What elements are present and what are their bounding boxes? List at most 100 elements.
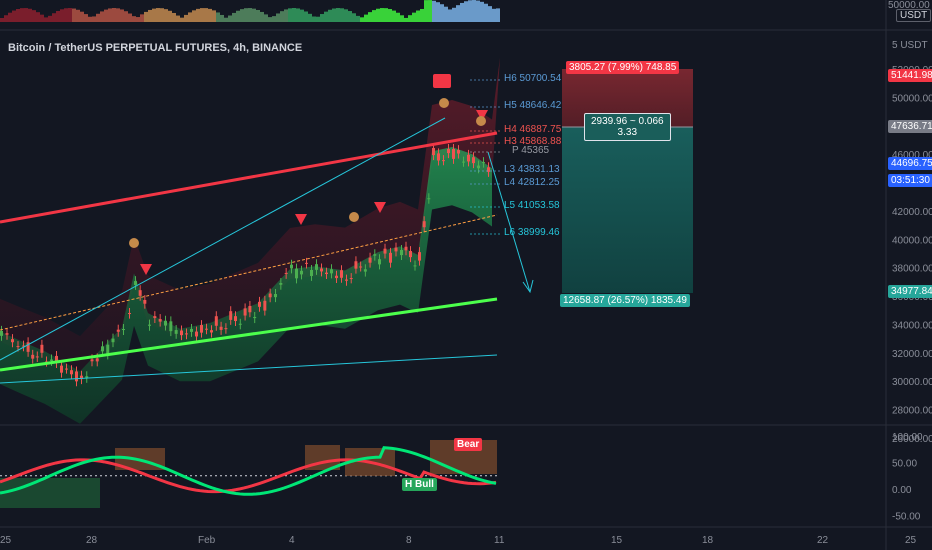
volume-bar (412, 12, 416, 22)
volume-bar (456, 5, 460, 22)
candle-body (340, 270, 343, 278)
volume-bar (440, 4, 444, 23)
candle-body (345, 279, 348, 281)
candle-body (335, 275, 338, 279)
candle-body (472, 157, 475, 164)
candle-body (373, 254, 377, 256)
volume-bar (232, 12, 236, 22)
pivot-label: P 45365 (512, 145, 550, 156)
volume-bar (36, 12, 40, 22)
candle-body (210, 330, 213, 333)
volume-bar (124, 11, 128, 22)
risk-reward-box[interactable]: 2939.96 ~ 0.066 3.33 (584, 113, 671, 141)
pivot-label: H4 46887.75 (504, 124, 562, 135)
risk-reward-line1: 2939.96 ~ 0.066 (591, 116, 664, 127)
candle-body (363, 269, 367, 272)
volume-bar (204, 8, 208, 22)
candle-body (427, 198, 431, 200)
volume-bar (32, 10, 36, 22)
volume-bar (308, 13, 312, 22)
target-label[interactable]: 3805.27 (7.99%) 748.85 (566, 61, 680, 74)
candle-body (330, 269, 333, 274)
price-badge: 44696.75 (888, 157, 932, 170)
volume-bar (444, 6, 448, 22)
candle-body (394, 247, 398, 252)
volume-bar (228, 15, 232, 22)
volume-bar (420, 8, 424, 22)
candle-body (224, 328, 228, 330)
volume-bar (296, 8, 300, 22)
volume-bar (468, 0, 472, 23)
volume-bar (200, 8, 204, 22)
candle-body (359, 266, 363, 268)
stop-label[interactable]: 12658.87 (26.57%) 1835.49 (560, 294, 690, 307)
time-tick-label: 8 (406, 535, 412, 546)
volume-bar (312, 16, 316, 22)
volume-bar (224, 17, 228, 22)
osc-tick-label: 0.00 (892, 485, 912, 496)
volume-bar (328, 9, 332, 22)
bear-label: Bear (454, 438, 483, 451)
volume-bar (356, 15, 360, 22)
volume-bar (344, 9, 348, 22)
volume-bar (416, 10, 420, 22)
volume-bar (240, 9, 244, 22)
candle-body (320, 268, 323, 272)
sell-signal-marker (295, 214, 307, 225)
bear-icon (439, 98, 449, 108)
volume-bar (292, 8, 296, 22)
volume-bar (28, 8, 32, 22)
volume-bar (464, 1, 468, 23)
candle-body (325, 272, 328, 275)
candle-body (50, 359, 53, 361)
candle-body (437, 153, 440, 161)
candle-body (349, 278, 353, 280)
candle-body (101, 346, 104, 352)
volume-bar (56, 10, 60, 22)
pivot-label: L6 38999.46 (504, 227, 560, 238)
chart-canvas[interactable]: 52000.0050000.0048000.0046000.0044000.00… (0, 0, 932, 550)
volume-axis-unit: USDT (896, 9, 932, 22)
candle-body (60, 365, 63, 373)
osc-tick-label: -50.00 (892, 512, 921, 523)
volume-bar (52, 13, 56, 22)
volume-bar (132, 16, 136, 22)
candle-body (128, 313, 131, 315)
volume-bar (104, 9, 108, 22)
price-badge: 51441.98 (888, 69, 932, 82)
volume-bar (160, 8, 164, 22)
chart-title: Bitcoin / TetherUS PERPETUAL FUTURES, 4h… (8, 42, 303, 54)
candle-body (418, 252, 421, 261)
volume-bar (272, 16, 276, 22)
volume-bar (448, 9, 452, 22)
candle-body (409, 251, 412, 258)
volume-bar (24, 8, 28, 22)
volume-bar (324, 11, 328, 22)
candle-body (0, 330, 3, 336)
candle-body (248, 305, 252, 313)
candle-body (200, 325, 203, 333)
volume-bar (368, 12, 372, 22)
volume-bar (80, 11, 84, 22)
time-tick-label: 25 (905, 535, 917, 546)
volume-bar (336, 8, 340, 22)
volume-bar (12, 10, 16, 22)
candle-body (400, 249, 403, 256)
volume-bar (364, 14, 368, 22)
volume-bar (452, 7, 456, 22)
pivot-label: H6 50700.54 (504, 73, 562, 84)
price-badge: 03:51:30 (888, 174, 932, 187)
candle-body (253, 316, 257, 319)
pivot-label: L3 43831.13 (504, 164, 560, 175)
volume-bar (68, 8, 72, 22)
candle-body (148, 324, 151, 326)
candle-body (65, 368, 68, 370)
volume-bar (320, 14, 324, 22)
time-tick-label: 28 (86, 535, 98, 546)
volume-bar (64, 8, 68, 22)
candle-body (35, 356, 39, 358)
candle-body (432, 148, 435, 156)
candle-body (134, 281, 137, 285)
volume-bar (48, 15, 52, 22)
volume-bar (424, 0, 428, 23)
